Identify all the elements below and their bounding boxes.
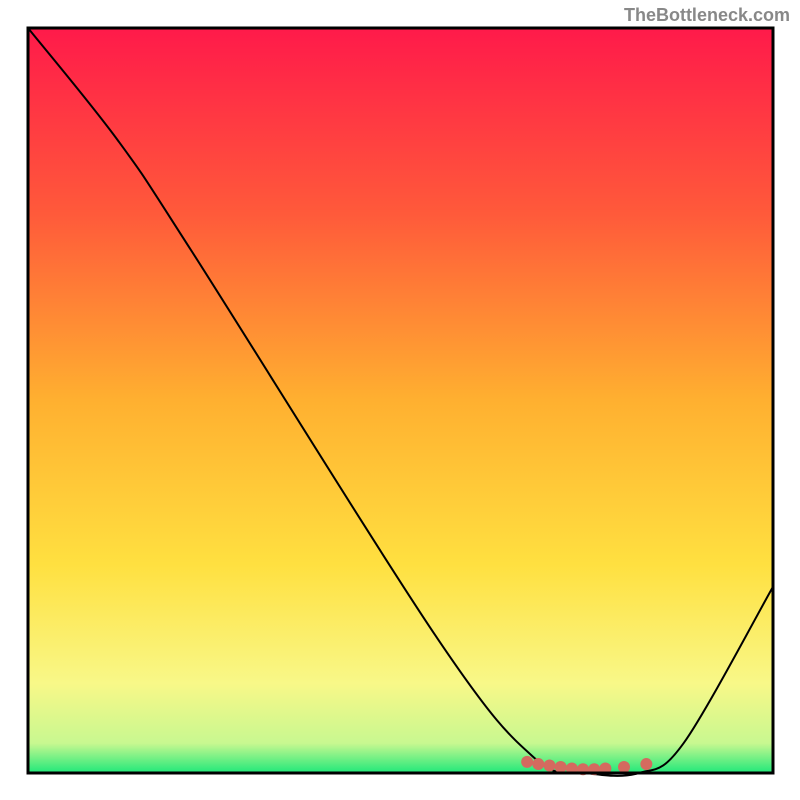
chart-svg	[0, 0, 800, 800]
threshold-marker	[555, 761, 567, 773]
plot-background	[28, 28, 773, 773]
chart-container	[0, 0, 800, 800]
threshold-marker	[544, 760, 556, 772]
threshold-marker	[532, 758, 544, 770]
threshold-marker	[521, 756, 533, 768]
threshold-marker	[618, 761, 630, 773]
threshold-marker	[640, 758, 652, 770]
